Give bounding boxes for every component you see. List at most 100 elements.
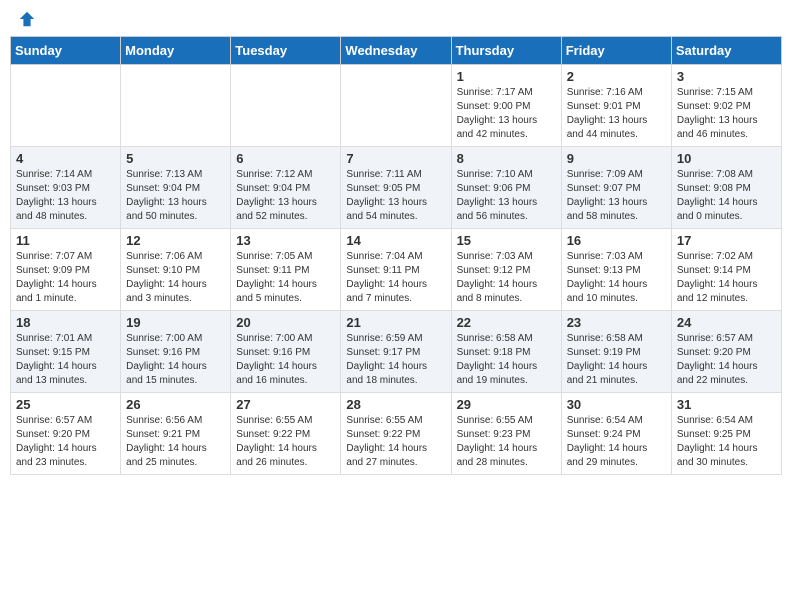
day-number: 2	[567, 69, 666, 84]
day-number: 1	[457, 69, 556, 84]
day-number: 26	[126, 397, 225, 412]
calendar-cell: 14Sunrise: 7:04 AM Sunset: 9:11 PM Dayli…	[341, 229, 451, 311]
day-info: Sunrise: 6:55 AM Sunset: 9:22 PM Dayligh…	[346, 414, 445, 470]
calendar-cell: 21 Sunrise: 6:59 AM Sunset: 9:17 PM Dayli…	[341, 311, 451, 393]
day-number: 22	[457, 315, 556, 330]
day-number: 20	[236, 315, 335, 330]
day-number: 16	[567, 233, 666, 248]
calendar-cell: 25Sunrise: 6:57 AM Sunset: 9:20 PM Dayli…	[11, 393, 121, 475]
calendar-cell	[341, 65, 451, 147]
day-header-tuesday: Tuesday	[231, 37, 341, 65]
calendar-week-4: 18 Sunrise: 7:01 AM Sunset: 9:15 PM Dayli…	[11, 311, 782, 393]
day-number: 3	[677, 69, 776, 84]
calendar-week-1: 1 Sunrise: 7:17 AM Sunset: 9:00 PM Daylig…	[11, 65, 782, 147]
day-number: 24	[677, 315, 776, 330]
calendar-cell: 1 Sunrise: 7:17 AM Sunset: 9:00 PM Daylig…	[451, 65, 561, 147]
day-header-thursday: Thursday	[451, 37, 561, 65]
day-info: Sunrise: 7:08 AM Sunset: 9:08 PM Dayligh…	[677, 168, 776, 224]
calendar-cell: 9Sunrise: 7:09 AM Sunset: 9:07 PM Daylig…	[561, 147, 671, 229]
day-number: 21	[346, 315, 445, 330]
day-number: 13	[236, 233, 335, 248]
calendar-cell	[231, 65, 341, 147]
calendar-cell: 23 Sunrise: 6:58 AM Sunset: 9:19 PM Dayli…	[561, 311, 671, 393]
day-info: Sunrise: 7:14 AM Sunset: 9:03 PM Dayligh…	[16, 168, 115, 224]
day-info: Sunrise: 6:54 AM Sunset: 9:25 PM Dayligh…	[677, 414, 776, 470]
calendar-cell: 22 Sunrise: 6:58 AM Sunset: 9:18 PM Dayli…	[451, 311, 561, 393]
calendar-cell: 2 Sunrise: 7:16 AM Sunset: 9:01 PM Daylig…	[561, 65, 671, 147]
day-number: 29	[457, 397, 556, 412]
day-number: 11	[16, 233, 115, 248]
logo	[14, 10, 38, 28]
day-info: Sunrise: 7:06 AM Sunset: 9:10 PM Dayligh…	[126, 250, 225, 306]
day-info: Sunrise: 7:03 AM Sunset: 9:12 PM Dayligh…	[457, 250, 556, 306]
calendar-cell: 20Sunrise: 7:00 AM Sunset: 9:16 PM Dayli…	[231, 311, 341, 393]
day-info: Sunrise: 7:13 AM Sunset: 9:04 PM Dayligh…	[126, 168, 225, 224]
day-info: Sunrise: 7:15 AM Sunset: 9:02 PM Dayligh…	[677, 86, 776, 142]
day-header-wednesday: Wednesday	[341, 37, 451, 65]
logo-icon	[18, 10, 36, 28]
day-info: Sunrise: 6:59 AM Sunset: 9:17 PM Dayligh…	[346, 332, 445, 388]
calendar-cell: 12 Sunrise: 7:06 AM Sunset: 9:10 PM Dayli…	[121, 229, 231, 311]
day-header-friday: Friday	[561, 37, 671, 65]
calendar-week-2: 4 Sunrise: 7:14 AM Sunset: 9:03 PM Daylig…	[11, 147, 782, 229]
day-info: Sunrise: 7:05 AM Sunset: 9:11 PM Dayligh…	[236, 250, 335, 306]
calendar-cell: 6Sunrise: 7:12 AM Sunset: 9:04 PM Daylig…	[231, 147, 341, 229]
day-info: Sunrise: 7:03 AM Sunset: 9:13 PM Dayligh…	[567, 250, 666, 306]
day-info: Sunrise: 7:17 AM Sunset: 9:00 PM Dayligh…	[457, 86, 556, 142]
calendar-cell: 24 Sunrise: 6:57 AM Sunset: 9:20 PM Dayli…	[671, 311, 781, 393]
day-number: 9	[567, 151, 666, 166]
day-number: 15	[457, 233, 556, 248]
calendar-cell: 7 Sunrise: 7:11 AM Sunset: 9:05 PM Daylig…	[341, 147, 451, 229]
day-info: Sunrise: 6:57 AM Sunset: 9:20 PM Dayligh…	[677, 332, 776, 388]
calendar-table: SundayMondayTuesdayWednesdayThursdayFrid…	[10, 36, 782, 475]
day-info: Sunrise: 7:11 AM Sunset: 9:05 PM Dayligh…	[346, 168, 445, 224]
page-header	[10, 10, 782, 28]
calendar-week-5: 25Sunrise: 6:57 AM Sunset: 9:20 PM Dayli…	[11, 393, 782, 475]
day-number: 17	[677, 233, 776, 248]
day-info: Sunrise: 6:54 AM Sunset: 9:24 PM Dayligh…	[567, 414, 666, 470]
calendar-cell	[121, 65, 231, 147]
day-number: 7	[346, 151, 445, 166]
calendar-cell: 28 Sunrise: 6:55 AM Sunset: 9:22 PM Dayli…	[341, 393, 451, 475]
day-number: 8	[457, 151, 556, 166]
day-number: 12	[126, 233, 225, 248]
calendar-cell: 13 Sunrise: 7:05 AM Sunset: 9:11 PM Dayli…	[231, 229, 341, 311]
day-info: Sunrise: 6:57 AM Sunset: 9:20 PM Dayligh…	[16, 414, 115, 470]
calendar-cell: 16 Sunrise: 7:03 AM Sunset: 9:13 PM Dayli…	[561, 229, 671, 311]
calendar-cell: 3 Sunrise: 7:15 AM Sunset: 9:02 PM Daylig…	[671, 65, 781, 147]
calendar-cell: 31 Sunrise: 6:54 AM Sunset: 9:25 PM Dayli…	[671, 393, 781, 475]
day-number: 18	[16, 315, 115, 330]
calendar-cell: 8Sunrise: 7:10 AM Sunset: 9:06 PM Daylig…	[451, 147, 561, 229]
day-number: 31	[677, 397, 776, 412]
day-info: Sunrise: 7:07 AM Sunset: 9:09 PM Dayligh…	[16, 250, 115, 306]
calendar-cell	[11, 65, 121, 147]
calendar-cell: 5 Sunrise: 7:13 AM Sunset: 9:04 PM Daylig…	[121, 147, 231, 229]
day-number: 19	[126, 315, 225, 330]
calendar-cell: 18 Sunrise: 7:01 AM Sunset: 9:15 PM Dayli…	[11, 311, 121, 393]
day-info: Sunrise: 6:58 AM Sunset: 9:19 PM Dayligh…	[567, 332, 666, 388]
calendar-cell: 27Sunrise: 6:55 AM Sunset: 9:22 PM Dayli…	[231, 393, 341, 475]
day-info: Sunrise: 6:55 AM Sunset: 9:23 PM Dayligh…	[457, 414, 556, 470]
days-header-row: SundayMondayTuesdayWednesdayThursdayFrid…	[11, 37, 782, 65]
day-info: Sunrise: 7:12 AM Sunset: 9:04 PM Dayligh…	[236, 168, 335, 224]
day-info: Sunrise: 7:16 AM Sunset: 9:01 PM Dayligh…	[567, 86, 666, 142]
day-info: Sunrise: 6:58 AM Sunset: 9:18 PM Dayligh…	[457, 332, 556, 388]
day-number: 27	[236, 397, 335, 412]
day-number: 28	[346, 397, 445, 412]
day-info: Sunrise: 7:00 AM Sunset: 9:16 PM Dayligh…	[126, 332, 225, 388]
calendar-cell: 26 Sunrise: 6:56 AM Sunset: 9:21 PM Dayli…	[121, 393, 231, 475]
day-number: 10	[677, 151, 776, 166]
day-number: 4	[16, 151, 115, 166]
day-number: 5	[126, 151, 225, 166]
calendar-cell: 15 Sunrise: 7:03 AM Sunset: 9:12 PM Dayli…	[451, 229, 561, 311]
calendar-cell: 17Sunrise: 7:02 AM Sunset: 9:14 PM Dayli…	[671, 229, 781, 311]
day-header-monday: Monday	[121, 37, 231, 65]
day-number: 23	[567, 315, 666, 330]
day-header-saturday: Saturday	[671, 37, 781, 65]
calendar-week-3: 11 Sunrise: 7:07 AM Sunset: 9:09 PM Dayli…	[11, 229, 782, 311]
day-header-sunday: Sunday	[11, 37, 121, 65]
day-info: Sunrise: 6:56 AM Sunset: 9:21 PM Dayligh…	[126, 414, 225, 470]
calendar-cell: 10 Sunrise: 7:08 AM Sunset: 9:08 PM Dayli…	[671, 147, 781, 229]
calendar-cell: 30Sunrise: 6:54 AM Sunset: 9:24 PM Dayli…	[561, 393, 671, 475]
day-info: Sunrise: 7:01 AM Sunset: 9:15 PM Dayligh…	[16, 332, 115, 388]
